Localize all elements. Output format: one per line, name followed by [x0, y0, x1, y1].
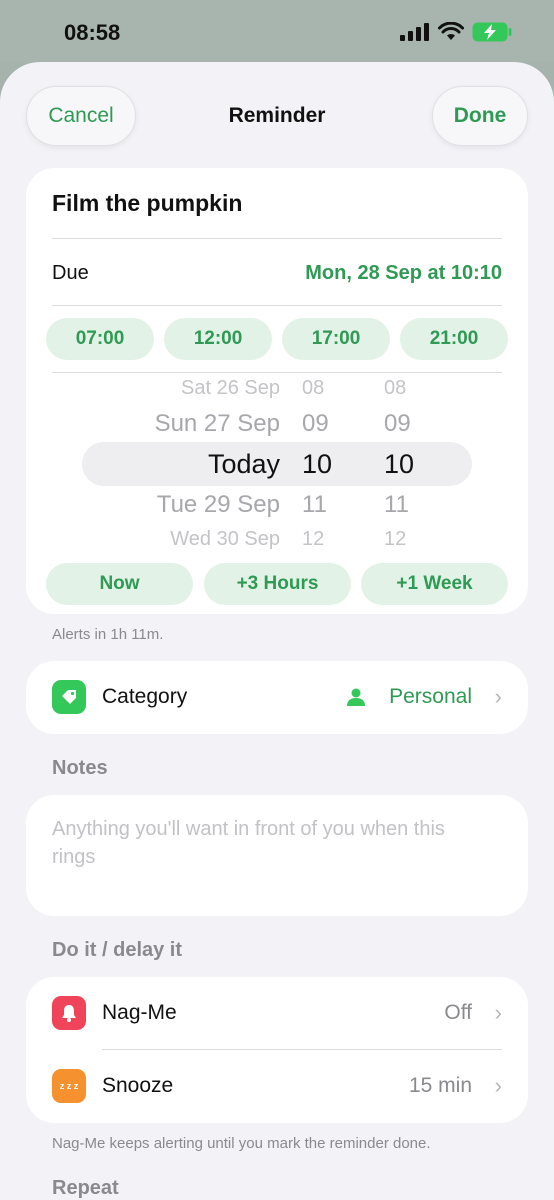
notes-placeholder: Anything you'll want in front of you whe…: [52, 818, 445, 868]
divider: [52, 238, 502, 239]
nag-me-value: Off: [444, 1001, 472, 1024]
picker-date: Wed 30 Sep: [170, 528, 280, 550]
reminder-sheet: Cancel Reminder Done Film the pumpkin Du…: [0, 62, 554, 1200]
chevron-right-icon: ›: [494, 684, 502, 709]
quick-time-chip[interactable]: 07:00: [46, 318, 154, 360]
picker-minute: 11: [384, 491, 409, 518]
picker-date: Sun 27 Sep: [154, 410, 280, 437]
picker-row[interactable]: Sun 27 Sep 09 09: [26, 409, 528, 439]
repeat-header: Repeat: [52, 1177, 119, 1199]
battery-icon: [472, 22, 512, 42]
nag-me-row[interactable]: Nag-Me Off ›: [26, 977, 528, 1050]
nag-me-footer: Nag-Me keeps alerting until you mark the…: [52, 1135, 431, 1152]
category-row[interactable]: Category Personal ›: [26, 661, 528, 734]
picker-hour: 08: [302, 377, 325, 399]
quick-time-chip[interactable]: 21:00: [400, 318, 508, 360]
picker-row[interactable]: Wed 30 Sep 12 12: [26, 524, 528, 554]
person-icon: [347, 688, 365, 706]
status-icons: [400, 22, 512, 42]
chevron-right-icon: ›: [494, 1000, 502, 1025]
picker-date: Sat 26 Sep: [181, 377, 280, 399]
picker-row-selected[interactable]: Today 10 10: [26, 449, 528, 479]
done-button[interactable]: Done: [432, 86, 528, 146]
alerts-hint: Alerts in 1h 11m.: [52, 626, 164, 643]
snooze-value: 15 min: [408, 1074, 472, 1097]
picker-hour: 10: [302, 449, 333, 479]
reminder-title-field[interactable]: Film the pumpkin: [52, 190, 242, 217]
picker-hour: 11: [302, 491, 327, 518]
notes-field[interactable]: Anything you'll want in front of you whe…: [26, 795, 528, 916]
divider: [52, 305, 502, 306]
status-time: 08:58: [64, 20, 121, 45]
reminder-card: Film the pumpkin Due Mon, 28 Sep at 10:1…: [26, 168, 528, 614]
picker-row[interactable]: Sat 26 Sep 08 08: [26, 373, 528, 403]
picker-hour: 12: [302, 528, 325, 550]
zz-icon: z z z: [52, 1069, 86, 1103]
delay-card: Nag-Me Off › z z z Snooze 15 min ›: [26, 977, 528, 1123]
picker-minute: 08: [384, 377, 407, 399]
nag-me-label: Nag-Me: [102, 1001, 177, 1024]
picker-minute: 09: [384, 410, 411, 437]
quick-time-chip[interactable]: 17:00: [282, 318, 390, 360]
offset-now-button[interactable]: Now: [46, 563, 193, 605]
chevron-right-icon: ›: [494, 1073, 502, 1098]
offset-1-week-button[interactable]: +1 Week: [361, 563, 508, 605]
signal-icon: [400, 23, 429, 41]
picker-date: Today: [207, 449, 280, 479]
picker-minute: 12: [384, 528, 407, 550]
quick-time-chip[interactable]: 12:00: [164, 318, 272, 360]
offset-3-hours-button[interactable]: +3 Hours: [204, 563, 351, 605]
wifi-icon: [438, 22, 464, 40]
picker-hour: 09: [302, 410, 329, 437]
picker-row[interactable]: Tue 29 Sep 11 11: [26, 490, 528, 520]
picker-date: Tue 29 Sep: [156, 491, 280, 518]
notes-header: Notes: [52, 757, 108, 779]
category-label: Category: [102, 685, 188, 708]
snooze-row[interactable]: z z z Snooze 15 min ›: [26, 1050, 528, 1123]
due-value[interactable]: Mon, 28 Sep at 10:10: [305, 262, 502, 285]
picker-minute: 10: [384, 449, 415, 479]
bell-icon: [52, 996, 86, 1030]
delay-header: Do it / delay it: [52, 939, 183, 961]
snooze-label: Snooze: [102, 1074, 174, 1097]
due-label: Due: [52, 262, 89, 284]
status-bar: 08:58: [0, 0, 554, 62]
tag-icon: [52, 680, 86, 714]
category-value: Personal: [389, 685, 472, 708]
